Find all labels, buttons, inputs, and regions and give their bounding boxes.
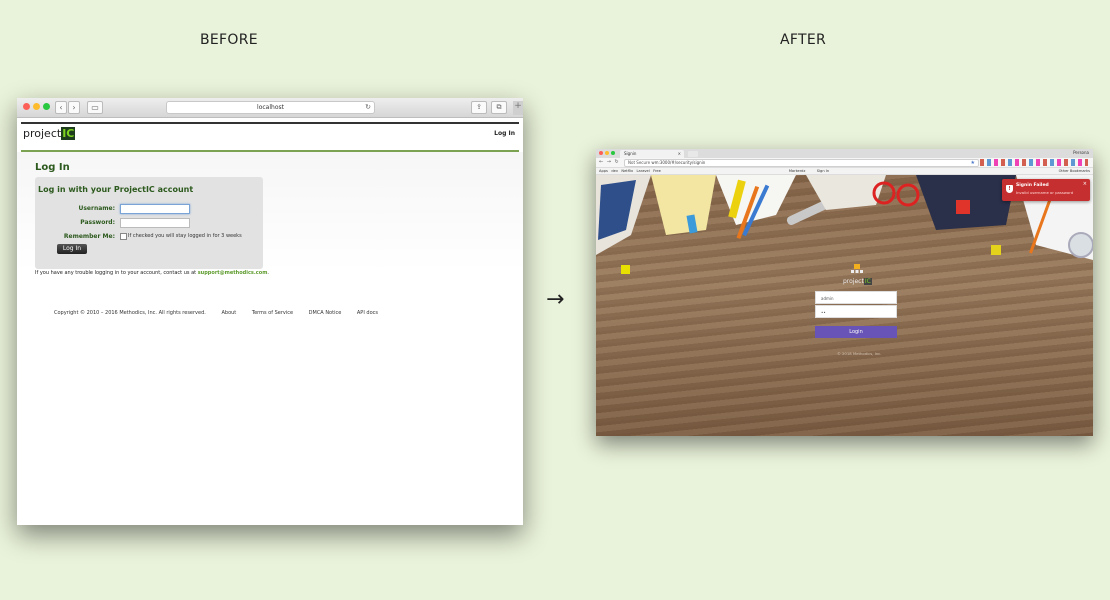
new-tab-button[interactable] bbox=[688, 151, 698, 157]
url-text: wm:3000/#/security/signin bbox=[651, 160, 706, 165]
signin-failed-toast: ! Signin Failed Invalid username or pass… bbox=[1002, 179, 1090, 201]
support-email-link[interactable]: support@methodics.com bbox=[198, 270, 268, 276]
before-browser-window: ‹ › ▭ localhost ↻ ⇪ ⧉ + projectIC Log In… bbox=[17, 98, 523, 525]
shield-alert-icon: ! bbox=[1006, 185, 1013, 193]
bookmark-netflix[interactable]: Netflix bbox=[621, 169, 633, 173]
close-tab-icon[interactable]: × bbox=[678, 150, 681, 158]
login-button[interactable]: Login bbox=[815, 326, 897, 338]
not-secure-label: Not Secure bbox=[628, 160, 651, 165]
minimize-window-button[interactable] bbox=[33, 103, 40, 110]
new-tab-icon[interactable]: + bbox=[513, 101, 523, 115]
close-window-button[interactable] bbox=[599, 151, 603, 155]
chrome-toolbar: ← → ↻ Not Secure wm:3000/#/security/sign… bbox=[596, 158, 1093, 168]
safari-toolbar: ‹ › ▭ localhost ↻ ⇪ ⧉ + bbox=[17, 98, 523, 118]
extension-icons[interactable] bbox=[980, 159, 1088, 166]
back-icon[interactable]: ‹ bbox=[55, 101, 67, 114]
share-icon[interactable]: ⇪ bbox=[471, 101, 487, 114]
password-field[interactable] bbox=[120, 218, 190, 228]
nav-buttons[interactable]: ← → ↻ bbox=[599, 159, 620, 165]
username-field[interactable]: admin bbox=[815, 291, 897, 304]
header-login-link[interactable]: Log In bbox=[494, 130, 515, 137]
forward-icon[interactable]: › bbox=[68, 101, 80, 114]
password-label: Password: bbox=[80, 219, 115, 226]
footer-text: © 2018 Methodics, Inc. bbox=[837, 351, 882, 356]
minimize-window-button[interactable] bbox=[605, 151, 609, 155]
desk-background-image: ! Signin Failed Invalid username or pass… bbox=[596, 175, 1093, 436]
profile-name[interactable]: Persona bbox=[1073, 150, 1089, 155]
site-footer: Copyright © 2010 – 2016 Methodics, Inc. … bbox=[54, 310, 392, 316]
footer-link-api-docs[interactable]: API docs bbox=[357, 310, 378, 316]
username-field[interactable] bbox=[120, 204, 190, 214]
footer-link-terms[interactable]: Terms of Service bbox=[252, 310, 293, 316]
password-field[interactable]: •• bbox=[815, 305, 897, 318]
footer-link-dmca[interactable]: DMCA Notice bbox=[309, 310, 342, 316]
toast-message: Invalid username or password bbox=[1016, 190, 1074, 195]
bookmark-apps[interactable]: Apps bbox=[599, 169, 608, 173]
zoom-window-button[interactable] bbox=[611, 151, 615, 155]
after-heading: AFTER bbox=[780, 32, 827, 48]
before-heading: BEFORE bbox=[200, 32, 258, 48]
bookmark-free[interactable]: Free bbox=[653, 169, 661, 173]
sidebar-icon[interactable]: ▭ bbox=[87, 101, 103, 114]
help-text: If you have any trouble logging in to yo… bbox=[35, 270, 269, 276]
login-panel: Log in with your ProjectIC account Usern… bbox=[35, 177, 263, 269]
site-header: projectIC Log In bbox=[21, 122, 519, 152]
remember-checkbox[interactable] bbox=[120, 233, 127, 240]
login-button[interactable]: Log In bbox=[57, 244, 87, 254]
url-text: localhost bbox=[257, 104, 284, 111]
chrome-tab-bar: Signin × Persona bbox=[596, 149, 1093, 158]
bookmark-star-icon[interactable]: ★ bbox=[971, 160, 975, 166]
projectic-logo[interactable]: projectIC bbox=[23, 127, 76, 140]
projectic-logo: projectIC bbox=[843, 278, 872, 285]
panel-title: Log in with your ProjectIC account bbox=[38, 185, 194, 194]
tab-signin[interactable]: Signin × bbox=[620, 150, 684, 158]
bookmark-dev[interactable]: dev bbox=[611, 169, 618, 173]
reload-icon[interactable]: ↻ bbox=[365, 102, 371, 113]
remember-note: If checked you will stay logged in for 3… bbox=[128, 233, 242, 239]
remember-label: Remember Me: bbox=[63, 233, 115, 240]
bookmark-signin[interactable]: Sign In bbox=[817, 169, 829, 173]
bookmark-laravel[interactable]: Laravel bbox=[637, 169, 650, 173]
copyright: Copyright © 2010 – 2016 Methodics, Inc. … bbox=[54, 310, 206, 316]
close-icon[interactable]: × bbox=[1083, 181, 1087, 187]
bookmark-markerdz[interactable]: Markerdz bbox=[789, 169, 806, 173]
footer-link-about[interactable]: About bbox=[221, 310, 236, 316]
after-browser-window: Signin × Persona ← → ↻ Not Secure wm:3000… bbox=[596, 149, 1093, 436]
address-bar[interactable]: localhost ↻ bbox=[166, 101, 375, 114]
right-arrow-icon: → bbox=[546, 287, 565, 312]
tabs-icon[interactable]: ⧉ bbox=[491, 101, 507, 114]
zoom-window-button[interactable] bbox=[43, 103, 50, 110]
username-label: Username: bbox=[78, 205, 115, 212]
login-page: Log In Log in with your ProjectIC accoun… bbox=[17, 152, 523, 498]
other-bookmarks[interactable]: Other Bookmarks bbox=[1059, 168, 1090, 174]
page-title: Log In bbox=[35, 162, 70, 173]
close-window-button[interactable] bbox=[23, 103, 30, 110]
toast-title: Signin Failed bbox=[1016, 183, 1049, 188]
projectic-logo-icon bbox=[851, 264, 863, 273]
omnibox[interactable]: Not Secure wm:3000/#/security/signin ★ bbox=[624, 159, 979, 167]
bookmarks-bar: Apps dev Netflix Laravel Free Markerdz S… bbox=[596, 168, 1093, 175]
